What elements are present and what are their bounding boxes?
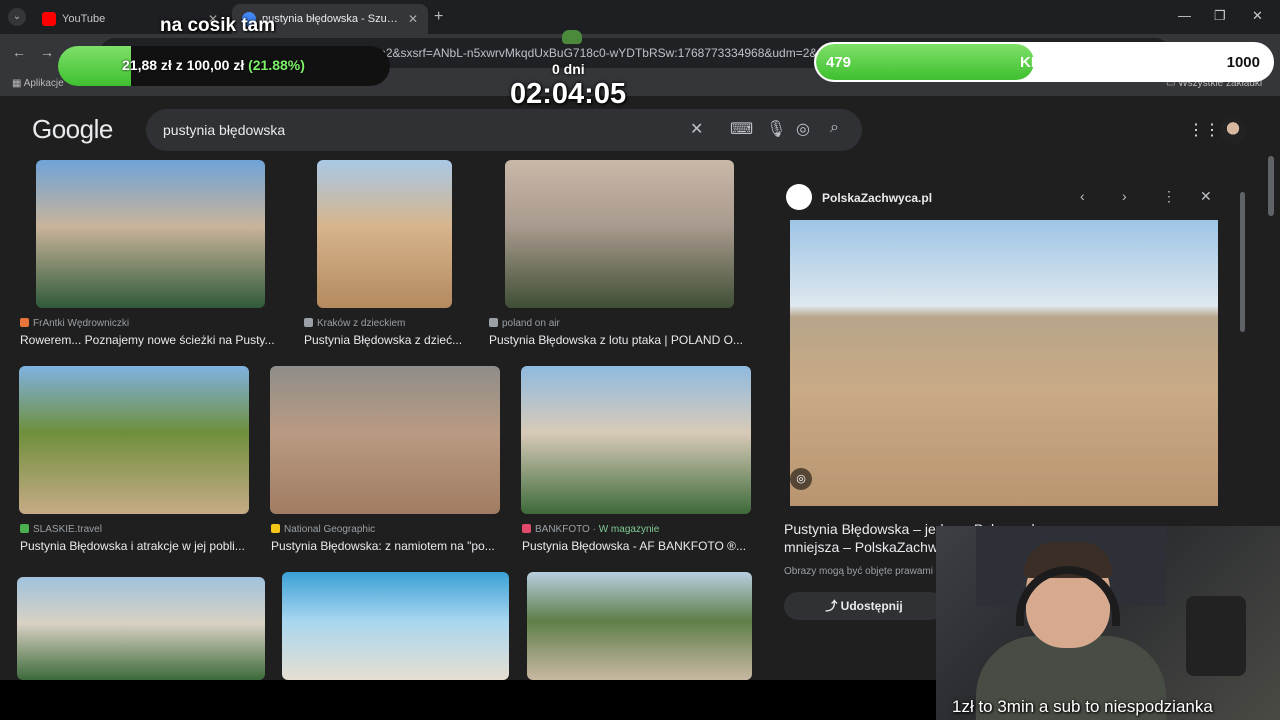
source-name: FrAntki Wędrowniczki [33, 318, 130, 329]
youtube-icon [42, 12, 56, 26]
source-name: Kraków z dzieckiem [317, 318, 406, 329]
more-options-icon[interactable]: ⋮ [1162, 188, 1176, 205]
search-input[interactable]: pustynia błędowska [163, 122, 285, 138]
maximize-button[interactable]: ❐ [1214, 8, 1226, 24]
source-favicon-icon [489, 318, 498, 327]
share-button[interactable]: ⤴ Udostępnij [784, 592, 944, 620]
close-icon[interactable]: ✕ [408, 12, 418, 26]
result-source[interactable]: FrAntki Wędrowniczki [20, 318, 129, 329]
donation-goal-bar: 21,88 zł z 100,00 zł (21.88%) [58, 46, 390, 86]
next-icon[interactable]: › [1122, 188, 1127, 204]
panel-source[interactable]: PolskaZachwyca.pl [822, 191, 932, 205]
kicks-current: 479 [826, 54, 852, 71]
donation-progress-fill [58, 46, 131, 86]
source-favicon-icon [20, 524, 29, 533]
lens-search-icon[interactable]: ◎ [790, 468, 812, 490]
result-image[interactable] [17, 577, 265, 680]
previous-icon[interactable]: ‹ [1080, 188, 1085, 204]
search-icon[interactable]: ⌕ [830, 119, 839, 137]
result-source[interactable]: SLASKIE.travel [20, 524, 102, 535]
kicks-goal: 1000 [1226, 54, 1260, 71]
google-logo[interactable]: Google [32, 114, 113, 145]
stream-title-overlay: na cosik tam [160, 15, 276, 36]
result-image[interactable] [505, 160, 734, 308]
panel-scrollbar[interactable] [1240, 192, 1245, 332]
back-button[interactable]: ← [12, 44, 26, 60]
source-favicon-icon [304, 318, 313, 327]
subathon-days: 0 dni [552, 61, 585, 77]
result-title[interactable]: Pustynia Błędowska: z namiotem na "po... [271, 539, 531, 553]
kicks-label: KICKS [1020, 54, 1067, 71]
search-box[interactable]: pustynia błędowska ✕ ⌨ 🎙 ◎ ⌕ [146, 109, 862, 151]
source-favicon-icon [20, 318, 29, 327]
source-name: SLASKIE.travel [33, 524, 102, 535]
donation-text: 21,88 zł z 100,00 zł (21.88%) [122, 57, 305, 73]
keyboard-icon[interactable]: ⌨ [730, 119, 753, 139]
result-image[interactable] [282, 572, 509, 680]
result-image[interactable] [36, 160, 265, 308]
source-favicon-icon [786, 184, 812, 210]
clear-icon[interactable]: ✕ [690, 119, 703, 139]
minimize-button[interactable]: — [1178, 8, 1191, 23]
stock-badge: W magazynie [598, 524, 660, 535]
page-scrollbar[interactable] [1268, 156, 1274, 216]
result-image[interactable] [317, 160, 452, 308]
account-avatar[interactable] [1220, 118, 1246, 144]
subathon-timer: 02:04:05 [510, 78, 627, 110]
result-source[interactable]: Kraków z dzieckiem [304, 318, 405, 329]
result-title[interactable]: Pustynia Błędowska - AF BANKFOTO ®... [522, 539, 784, 553]
microphone-stand [1186, 596, 1246, 676]
tab-title: pustynia błędowska - Szukaj w Google [262, 13, 402, 25]
forward-button[interactable]: → [40, 44, 54, 60]
stream-caption: 1zł to 3min a sub to niespodzianka [952, 697, 1213, 716]
result-image[interactable] [270, 366, 500, 514]
preview-image[interactable] [790, 220, 1218, 506]
frog-emote-icon [562, 30, 582, 44]
source-name: BANKFOTO [535, 524, 590, 535]
result-title[interactable]: Pustynia Błędowska i atrakcje w jej pobl… [20, 539, 280, 553]
new-tab-button[interactable]: + [434, 8, 443, 26]
kicks-goal-bar: 479 KICKS 1000 [814, 42, 1274, 82]
result-image[interactable] [521, 366, 751, 514]
lens-icon[interactable]: ◎ [796, 119, 810, 139]
result-source[interactable]: National Geographic [271, 524, 375, 535]
result-image[interactable] [19, 366, 249, 514]
result-title[interactable]: Rowerem... Poznajemy nowe ścieżki na Pus… [20, 333, 280, 347]
tab-search-button[interactable]: ⌄ [8, 8, 26, 26]
microphone-icon[interactable]: 🎙 [766, 119, 786, 139]
bookmark-apps[interactable]: ▦ Aplikacje [12, 78, 64, 89]
source-name: National Geographic [284, 524, 376, 535]
result-title[interactable]: Pustynia Błędowska z lotu ptaka | POLAND… [489, 333, 751, 347]
result-source[interactable]: BANKFOTO · W magazynie [522, 524, 659, 535]
webcam-feed [936, 526, 1280, 720]
window-close-button[interactable]: ✕ [1252, 8, 1263, 24]
result-source[interactable]: poland on air [489, 318, 560, 329]
source-favicon-icon [271, 524, 280, 533]
source-favicon-icon [522, 524, 531, 533]
close-panel-icon[interactable]: ✕ [1200, 188, 1212, 205]
result-image[interactable] [527, 572, 752, 680]
source-name: poland on air [502, 318, 560, 329]
